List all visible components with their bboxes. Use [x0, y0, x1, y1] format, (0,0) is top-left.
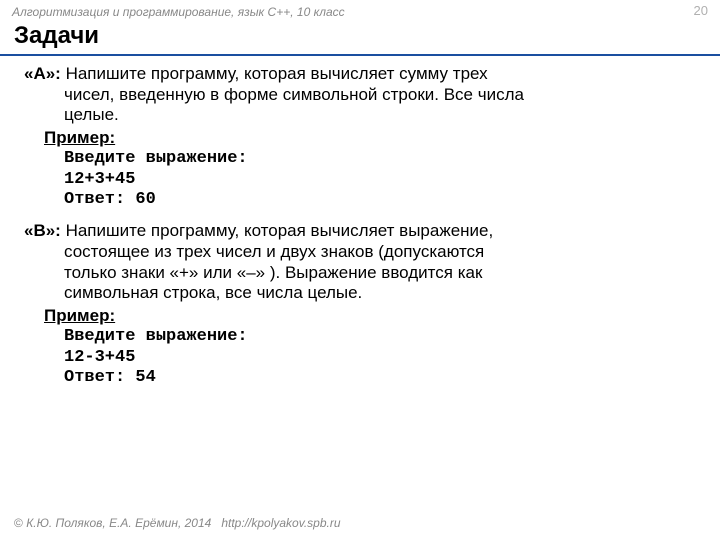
title-block: Задачи — [0, 22, 720, 56]
task-b-line1: Напишите программу, которая вычисляет вы… — [66, 221, 494, 240]
task-b-primer-label: Пример: — [44, 306, 704, 327]
footer-url: http://kpolyakov.spb.ru — [221, 516, 340, 530]
task-b-line4: символьная строка, все числа целые. — [24, 283, 704, 304]
page-number: 20 — [694, 3, 708, 18]
task-a-line2: чисел, введенную в форме символьной стро… — [24, 85, 704, 106]
footer-authors: К.Ю. Поляков, Е.А. Ерёмин, 2014 — [26, 516, 211, 530]
task-a-primer-label: Пример: — [44, 128, 704, 149]
task-a-label: «A»: — [24, 64, 66, 83]
task-b: «B»: Напишите программу, которая вычисля… — [24, 221, 704, 389]
copyright-symbol: © — [14, 516, 26, 530]
task-a-line3: целые. — [24, 105, 704, 126]
page-title: Задачи — [14, 22, 706, 52]
content: «A»: Напишите программу, которая вычисля… — [0, 56, 720, 389]
header-subject: Алгоритмизация и программирование, язык … — [12, 5, 345, 19]
task-b-line2: состоящее из трех чисел и двух знаков (д… — [24, 242, 704, 263]
task-b-code: Введите выражение: 12-3+45 Ответ: 54 — [64, 327, 704, 389]
task-a-code: Введите выражение: 12+3+45 Ответ: 60 — [64, 149, 704, 211]
header-bar: Алгоритмизация и программирование, язык … — [0, 0, 720, 22]
task-b-label: «B»: — [24, 221, 66, 240]
task-b-line3: только знаки «+» или «–» ). Выражение вв… — [24, 263, 704, 284]
footer: © К.Ю. Поляков, Е.А. Ерёмин, 2014 http:/… — [14, 516, 341, 530]
task-a-line1: Напишите программу, которая вычисляет су… — [66, 64, 488, 83]
task-a: «A»: Напишите программу, которая вычисля… — [24, 64, 704, 211]
